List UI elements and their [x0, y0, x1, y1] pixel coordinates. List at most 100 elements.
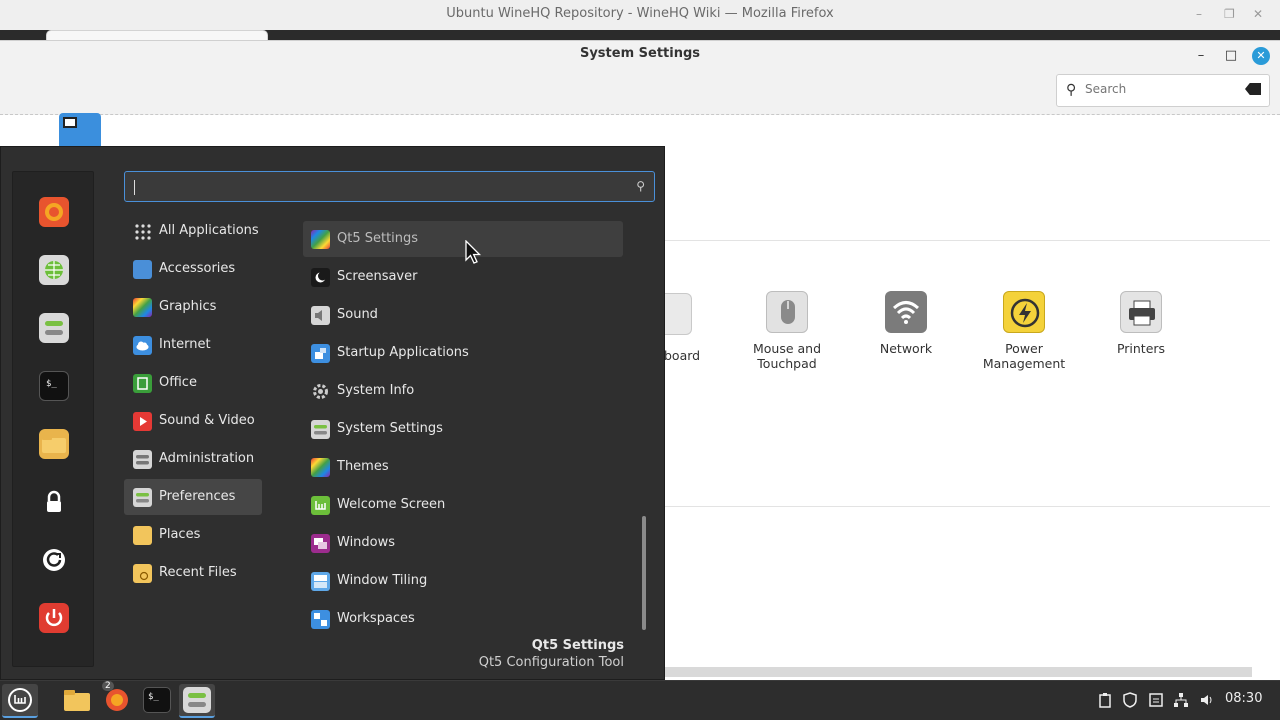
window-tiling-icon	[311, 572, 330, 591]
software-manager-icon[interactable]	[39, 255, 69, 285]
app-system-settings[interactable]: System Settings	[303, 411, 623, 447]
settings-item-network[interactable]: Network	[851, 291, 961, 356]
app-label: Welcome Screen	[337, 497, 446, 512]
firefox-window-count-badge: 2	[102, 681, 114, 691]
settings-item-mouse[interactable]: Mouse and Touchpad	[732, 291, 842, 371]
app-label: System Settings	[337, 421, 443, 436]
app-startup-applications[interactable]: Startup Applications	[303, 335, 623, 371]
app-label: Sound	[337, 307, 378, 322]
svg-text:$_: $_	[148, 692, 159, 702]
app-label: Qt5 Settings	[337, 231, 419, 246]
settings-item-keyboard-label[interactable]: board	[664, 348, 700, 363]
notes-icon[interactable]	[1148, 692, 1164, 708]
network-icon[interactable]	[1173, 692, 1189, 708]
settings-item-label: Printers	[1116, 341, 1166, 356]
app-label: Windows	[337, 535, 396, 550]
category-label: Administration	[159, 451, 255, 466]
category-recent-files[interactable]: Recent Files	[124, 555, 262, 591]
app-label: System Info	[337, 383, 415, 398]
app-window-tiling[interactable]: Window Tiling	[303, 563, 623, 599]
firefox-titlebar: Ubuntu WineHQ Repository - WineHQ Wiki —…	[0, 0, 1280, 30]
shutdown-icon[interactable]	[39, 603, 69, 633]
settings-item-printers[interactable]: Printers	[1086, 291, 1196, 356]
app-welcome-screen[interactable]: Welcome Screen	[303, 487, 623, 523]
logout-icon[interactable]	[39, 545, 69, 575]
category-label: Office	[159, 375, 197, 390]
app-windows[interactable]: Windows	[303, 525, 623, 561]
terminal-icon: $_	[143, 687, 171, 713]
firefox-icon[interactable]	[39, 197, 69, 227]
app-system-info[interactable]: System Info	[303, 373, 623, 409]
app-description-title: Qt5 Settings	[531, 638, 624, 653]
taskbar-system-settings-button[interactable]	[179, 684, 215, 718]
system-settings-icon[interactable]	[39, 313, 69, 343]
category-accessories[interactable]: Accessories	[124, 251, 262, 287]
firefox-close-button[interactable]: ✕	[1253, 0, 1263, 28]
settings-maximize-button[interactable]: □	[1222, 47, 1240, 65]
category-label: Places	[159, 527, 201, 542]
category-label: Sound & Video	[159, 413, 255, 428]
clipboard-icon[interactable]	[1097, 692, 1113, 708]
menu-search-box[interactable]: ⚲	[124, 171, 655, 202]
office-icon	[133, 374, 152, 393]
settings-header: System Settings – □ ✕ ⚲	[0, 41, 1280, 115]
keyboard-icon[interactable]	[664, 293, 692, 335]
app-screensaver[interactable]: Screensaver	[303, 259, 623, 295]
firefox-minimize-button[interactable]: –	[1196, 0, 1202, 28]
printer-icon	[1120, 291, 1162, 333]
preferences-icon	[133, 488, 152, 507]
menu-scrollbar[interactable]	[642, 516, 646, 630]
shield-icon[interactable]	[1122, 692, 1138, 708]
category-administration[interactable]: Administration	[124, 441, 262, 477]
files-icon	[63, 687, 91, 713]
taskbar-files-button[interactable]	[59, 684, 95, 718]
wifi-icon	[885, 291, 927, 333]
clock[interactable]: 08:30	[1225, 691, 1262, 706]
grid-icon	[133, 222, 152, 241]
terminal-icon[interactable]: $_	[39, 371, 69, 401]
category-label: Recent Files	[159, 565, 237, 580]
settings-item-label: Power Management	[982, 341, 1066, 371]
app-description-subtitle: Qt5 Configuration Tool	[478, 655, 624, 670]
settings-item-label: Network	[879, 341, 933, 356]
favorites-bar: $_	[12, 171, 94, 667]
app-label: Window Tiling	[337, 573, 428, 588]
settings-search-input[interactable]	[1085, 82, 1235, 96]
taskbar-terminal-button[interactable]: $_	[139, 684, 175, 718]
category-preferences[interactable]: Preferences	[124, 479, 262, 515]
category-places[interactable]: Places	[124, 517, 262, 553]
category-graphics[interactable]: Graphics	[124, 289, 262, 325]
category-label: Preferences	[159, 489, 236, 504]
category-sound-video[interactable]: Sound & Video	[124, 403, 262, 439]
volume-icon[interactable]	[1199, 692, 1215, 708]
app-workspaces[interactable]: Workspaces	[303, 601, 623, 637]
firefox-window-title: Ubuntu WineHQ Repository - WineHQ Wiki —…	[446, 6, 834, 21]
windows-icon	[311, 534, 330, 553]
accessories-icon	[133, 260, 152, 279]
settings-horizontal-scrollbar[interactable]	[664, 667, 1252, 677]
app-sound[interactable]: Sound	[303, 297, 623, 333]
lock-screen-icon[interactable]	[39, 487, 69, 517]
app-qt5-settings[interactable]: Qt5 Settings	[303, 221, 623, 257]
settings-item-power[interactable]: Power Management	[969, 291, 1079, 371]
system-settings-icon	[183, 687, 211, 713]
clear-search-icon[interactable]	[1245, 83, 1261, 95]
workspaces-icon	[311, 610, 330, 629]
graphics-icon	[133, 298, 152, 317]
category-office[interactable]: Office	[124, 365, 262, 401]
app-label: Screensaver	[337, 269, 418, 284]
settings-search-box[interactable]: ⚲	[1056, 74, 1270, 107]
mint-menu-button[interactable]	[2, 684, 38, 718]
category-label: Graphics	[159, 299, 217, 314]
settings-item-label: Mouse and Touchpad	[752, 341, 822, 371]
firefox-maximize-button[interactable]: ❐	[1224, 0, 1235, 28]
category-internet[interactable]: Internet	[124, 327, 262, 363]
screensaver-icon	[311, 268, 330, 287]
category-all-applications[interactable]: All Applications	[124, 213, 262, 249]
files-icon[interactable]	[39, 429, 69, 459]
settings-minimize-button[interactable]: –	[1192, 47, 1210, 65]
cloud-icon	[133, 336, 152, 355]
settings-close-button[interactable]: ✕	[1252, 47, 1270, 65]
desktop-window-icon[interactable]	[59, 113, 101, 149]
app-themes[interactable]: Themes	[303, 449, 623, 485]
